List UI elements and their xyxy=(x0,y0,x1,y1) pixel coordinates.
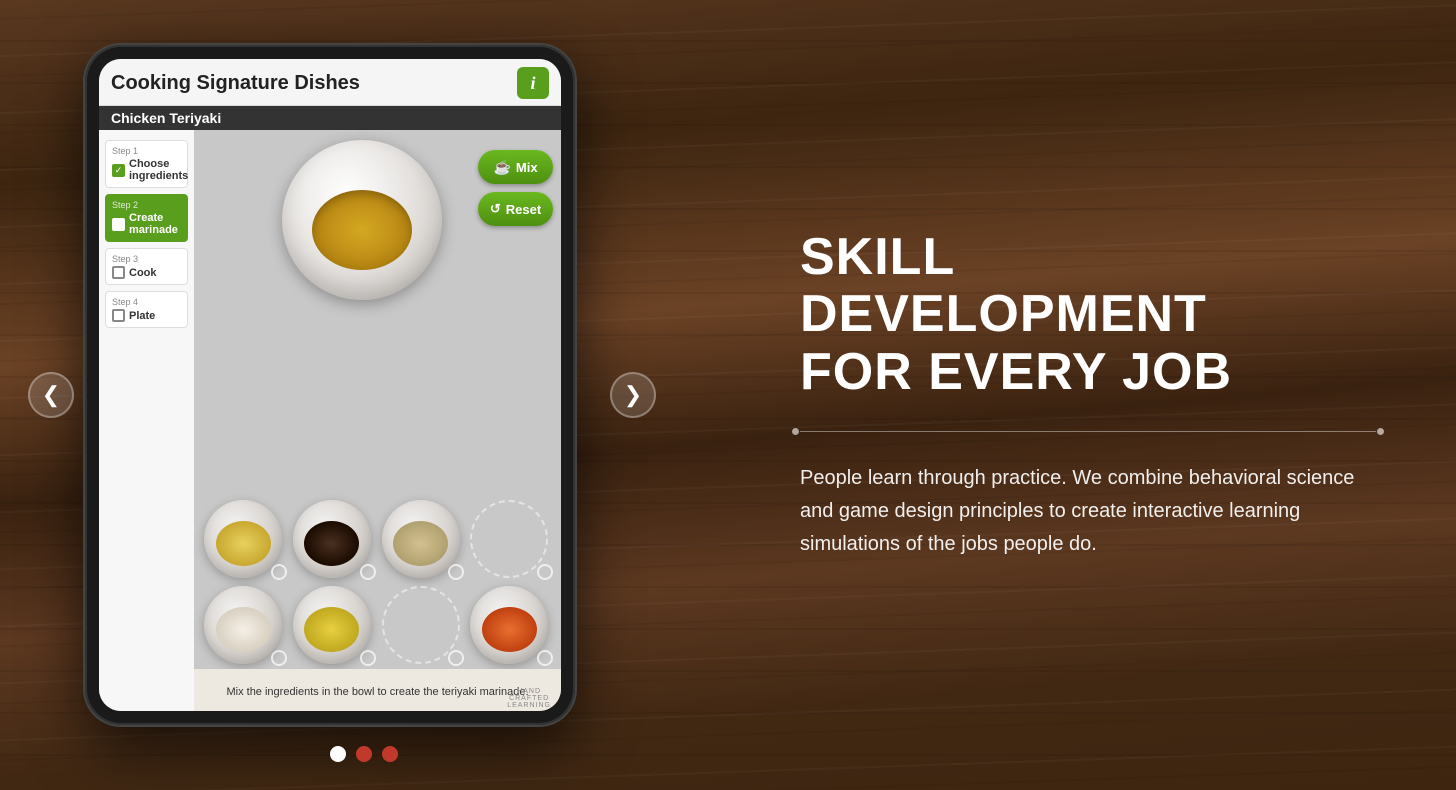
ingredients-grid xyxy=(204,500,551,664)
ingredient-7-wrapper xyxy=(382,586,463,664)
step-1-name: Choose ingredients xyxy=(129,158,188,182)
heading-line-2: FOR EVERY JOB xyxy=(800,343,1232,401)
step-2-checkbox-row: Create marinade xyxy=(112,212,181,236)
handcrafted-logo: HANDCRAFTEDLEARNING xyxy=(507,688,551,709)
main-mixing-bowl[interactable] xyxy=(282,140,442,300)
touch-indicator-3 xyxy=(448,564,464,580)
main-heading: SKILL DEVELOPMENT FOR EVERY JOB xyxy=(800,229,1376,401)
heading-line-1: SKILL DEVELOPMENT xyxy=(800,228,1207,343)
mix-icon: ☕ xyxy=(493,159,510,176)
description-text: People learn through practice. We combin… xyxy=(800,462,1376,561)
step-3-checkbox xyxy=(112,266,125,279)
pagination-dot-3[interactable] xyxy=(382,746,398,762)
ingredient-content-8 xyxy=(482,607,537,652)
ingredient-content-5 xyxy=(216,607,271,652)
ingredient-content-2 xyxy=(304,521,359,566)
ingredient-bowl-6[interactable] xyxy=(293,586,371,664)
touch-indicator-7 xyxy=(448,650,464,666)
bowl-area: ☕ Mix ↺ Reset xyxy=(194,130,561,711)
divider-line xyxy=(800,431,1376,432)
ingredient-6-wrapper xyxy=(293,586,374,664)
step-3[interactable]: Step 3 Cook xyxy=(105,248,188,285)
touch-indicator-5 xyxy=(271,650,287,666)
step-2-label: Step 2 xyxy=(112,200,181,210)
ingredient-bowl-4[interactable] xyxy=(470,500,548,578)
ingredient-4-wrapper xyxy=(470,500,551,578)
ingredient-5-wrapper xyxy=(204,586,285,664)
touch-indicator-6 xyxy=(360,650,376,666)
step-2[interactable]: Step 2 Create marinade xyxy=(105,194,188,242)
left-panel: Cooking Signature Dishes i Chicken Teriy… xyxy=(0,0,660,790)
step-1-checkbox: ✓ xyxy=(112,164,125,177)
step-3-name: Cook xyxy=(129,267,157,279)
touch-indicator-1 xyxy=(271,564,287,580)
touch-indicator-8 xyxy=(537,650,553,666)
step-1[interactable]: Step 1 ✓ Choose ingredients xyxy=(105,140,188,188)
reset-icon: ↺ xyxy=(490,201,501,217)
ingredient-bowl-2[interactable] xyxy=(293,500,371,578)
touch-indicator-2 xyxy=(360,564,376,580)
reset-button[interactable]: ↺ Reset xyxy=(478,192,553,226)
tablet-device: Cooking Signature Dishes i Chicken Teriy… xyxy=(85,45,575,725)
app-content: Step 1 ✓ Choose ingredients Step 2 Creat… xyxy=(99,130,561,711)
ingredient-content-1 xyxy=(216,521,271,566)
ingredient-bowl-8[interactable] xyxy=(470,586,548,664)
instruction-text: Mix the ingredients in the bowl to creat… xyxy=(226,686,528,698)
ingredient-bowl-7[interactable] xyxy=(382,586,460,664)
step-4-checkbox-row: Plate xyxy=(112,309,181,322)
instruction-area: Mix the ingredients in the bowl to creat… xyxy=(194,669,561,711)
ingredient-bowl-3[interactable] xyxy=(382,500,460,578)
touch-indicator-4 xyxy=(537,564,553,580)
step-3-checkbox-row: Cook xyxy=(112,266,181,279)
ingredient-2-wrapper xyxy=(293,500,374,578)
step-4-name: Plate xyxy=(129,310,155,322)
pagination-dot-2[interactable] xyxy=(356,746,372,762)
step-2-checkbox xyxy=(112,218,125,231)
step-4[interactable]: Step 4 Plate xyxy=(105,291,188,328)
pagination-dot-1[interactable] xyxy=(330,746,346,762)
ingredient-8-wrapper xyxy=(470,586,551,664)
info-button[interactable]: i xyxy=(517,67,549,99)
prev-arrow[interactable]: ❮ xyxy=(28,372,74,418)
step-3-label: Step 3 xyxy=(112,254,181,264)
ingredient-bowl-1[interactable] xyxy=(204,500,282,578)
dish-name: Chicken Teriyaki xyxy=(99,106,561,130)
step-4-label: Step 4 xyxy=(112,297,181,307)
app-header: Cooking Signature Dishes i xyxy=(99,59,561,106)
action-buttons: ☕ Mix ↺ Reset xyxy=(478,150,553,226)
mix-button[interactable]: ☕ Mix xyxy=(478,150,553,184)
ingredient-1-wrapper xyxy=(204,500,285,578)
mix-label: Mix xyxy=(516,160,538,175)
ingredient-bowl-5[interactable] xyxy=(204,586,282,664)
next-arrow[interactable]: ❯ xyxy=(610,372,656,418)
bowl-contents xyxy=(312,190,412,270)
app-title: Cooking Signature Dishes xyxy=(111,72,360,95)
steps-sidebar: Step 1 ✓ Choose ingredients Step 2 Creat… xyxy=(99,130,194,711)
right-chevron-icon: ❯ xyxy=(624,382,642,408)
reset-label: Reset xyxy=(506,202,541,217)
ingredient-content-6 xyxy=(304,607,359,652)
ingredient-content-3 xyxy=(393,521,448,566)
step-2-name: Create marinade xyxy=(129,212,181,236)
left-chevron-icon: ❮ xyxy=(42,382,60,408)
ingredient-3-wrapper xyxy=(382,500,463,578)
step-1-checkbox-row: ✓ Choose ingredients xyxy=(112,158,181,182)
pagination-dots xyxy=(330,746,398,762)
tablet-screen: Cooking Signature Dishes i Chicken Teriy… xyxy=(99,59,561,711)
right-panel: SKILL DEVELOPMENT FOR EVERY JOB People l… xyxy=(680,0,1456,790)
step-1-label: Step 1 xyxy=(112,146,181,156)
step-4-checkbox xyxy=(112,309,125,322)
